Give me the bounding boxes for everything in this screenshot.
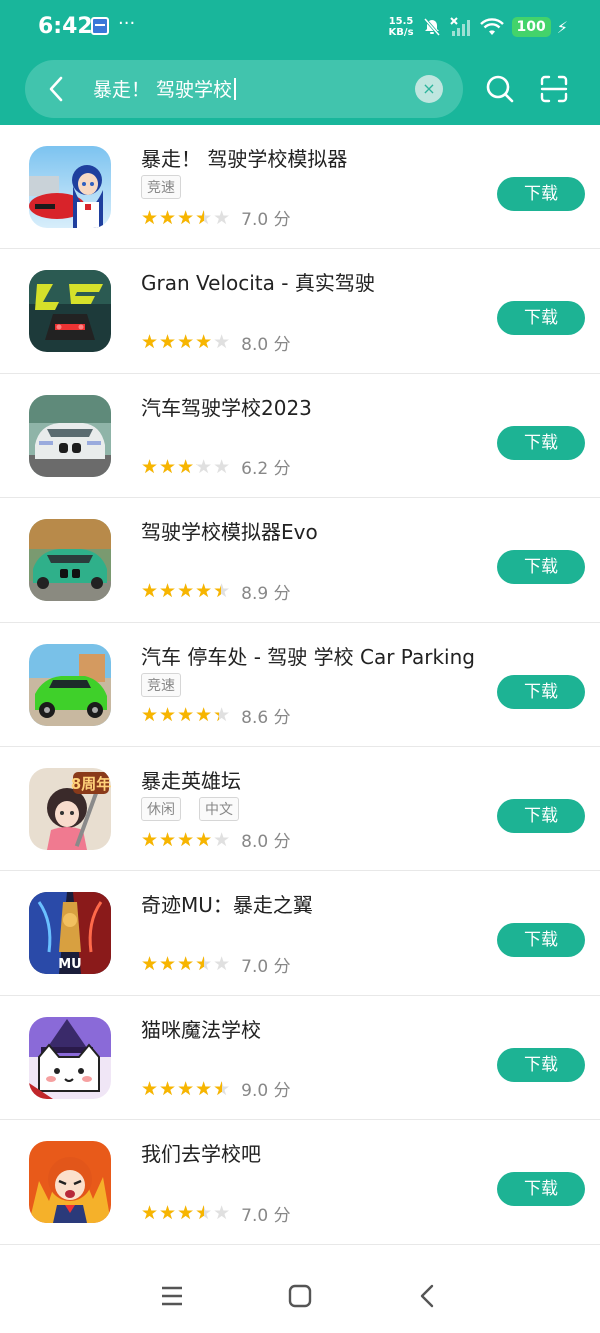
gran-velocita-logo-icon[interactable] bbox=[29, 270, 111, 353]
app-title[interactable]: 汽车 停车处 - 驾驶 学校 Car Parking bbox=[141, 641, 475, 670]
charging-icon: ⚡ bbox=[556, 17, 568, 37]
rating-score: 7.0 分 bbox=[241, 1205, 291, 1226]
rating-score: 8.6 分 bbox=[241, 707, 291, 728]
status-bar: 6:42 ··· 15.5 KB/s 100 ⚡ bbox=[0, 0, 600, 56]
notification-app-icon bbox=[91, 17, 109, 35]
star-rating-icon: ★★★★★★★★★★ bbox=[141, 206, 232, 229]
download-button[interactable]: 下载 bbox=[497, 674, 585, 709]
app-rating: ★★★★★★★★★★ 7.0 分 bbox=[141, 205, 291, 231]
star-rating-icon: ★★★★★★★★★★ bbox=[141, 953, 232, 976]
app-title[interactable]: 我们去学校吧 bbox=[141, 1138, 261, 1167]
star-rating-icon: ★★★★★★★★★★ bbox=[141, 580, 232, 603]
app-result-row[interactable]: 驾驶学校模拟器Evo ★★★★★★★★★★ 8.9 分 下载 bbox=[0, 498, 600, 623]
scan-icon[interactable] bbox=[539, 74, 569, 104]
rating-score: 8.0 分 bbox=[241, 832, 291, 853]
white-sports-car-icon[interactable] bbox=[29, 394, 111, 477]
app-tag: 中文 bbox=[199, 796, 239, 821]
star-rating-icon: ★★★★★★★★★★ bbox=[141, 828, 232, 851]
rating-score: 8.9 分 bbox=[241, 583, 291, 604]
search-results-list: 暴走！ 驾驶学校模拟器竞速★★★★★★★★★★7.0 分下载Gran Veloc… bbox=[0, 125, 600, 1245]
search-icon[interactable] bbox=[485, 74, 515, 104]
app-title[interactable]: 暴走英雄坛 bbox=[141, 765, 241, 794]
app-title[interactable]: 暴走！ 驾驶学校模拟器 bbox=[141, 143, 347, 172]
app-tags: 休闲 中文 bbox=[141, 796, 257, 821]
angry-anime-schoolgirl-icon[interactable] bbox=[29, 1141, 111, 1224]
download-button[interactable]: 下载 bbox=[497, 425, 585, 460]
anime-girl-red-car-icon[interactable] bbox=[29, 146, 111, 228]
rating-score: 9.0 分 bbox=[241, 1081, 291, 1102]
star-rating-icon: ★★★★★★★★★★ bbox=[141, 1202, 232, 1225]
app-rating: ★★★★★★★★★★ 9.0 分 bbox=[141, 1076, 291, 1102]
app-rating: ★★★★★★★★★★ 8.9 分 bbox=[141, 579, 291, 604]
more-notifications-icon: ··· bbox=[118, 13, 136, 34]
app-result-row[interactable]: 猫咪魔法学校 ★★★★★★★★★★ 9.0 分 下载 bbox=[0, 996, 600, 1121]
rating-score: 6.2 分 bbox=[241, 459, 291, 480]
download-button[interactable]: 下载 bbox=[497, 550, 585, 585]
app-result-row[interactable]: 汽车 停车处 - 驾驶 学校 Car Parking竞速 ★★★★★★★★★★ 8.… bbox=[0, 623, 600, 747]
mu-winged-warrior-icon[interactable]: MU bbox=[29, 892, 111, 975]
download-button[interactable]: 下载 bbox=[497, 1172, 585, 1207]
app-tag: 竞速 bbox=[141, 672, 181, 697]
wuxia-girl-8th-anniversary-icon[interactable]: 8周年 bbox=[29, 767, 111, 850]
status-icons: 15.5 KB/s 100 ⚡ bbox=[389, 12, 568, 42]
search-query: 暴走！ 驾驶学校 bbox=[93, 79, 233, 101]
app-result-row[interactable]: 暴走！ 驾驶学校模拟器竞速 ★★★★★★★★★★ 7.0 分 下载 bbox=[0, 125, 600, 250]
star-rating-icon: ★★★★★★★★★★ bbox=[141, 455, 232, 478]
download-button[interactable]: 下载 bbox=[497, 923, 585, 958]
home-icon[interactable] bbox=[286, 1282, 314, 1310]
app-tag: 竞速 bbox=[141, 175, 181, 199]
menu-icon[interactable] bbox=[158, 1282, 186, 1310]
download-button[interactable]: 下载 bbox=[497, 301, 585, 336]
app-tags: 竞速 bbox=[141, 672, 199, 697]
battery-indicator: 100 bbox=[511, 17, 551, 37]
signal-no-service-icon bbox=[449, 17, 470, 36]
wifi-icon bbox=[479, 18, 504, 35]
app-title[interactable]: 奇迹MU：暴走之翼 bbox=[141, 889, 313, 918]
rating-score: 7.0 分 bbox=[241, 956, 291, 977]
rating-score: 8.0 分 bbox=[241, 334, 291, 355]
app-title[interactable]: 驾驶学校模拟器Evo bbox=[141, 516, 318, 545]
wizard-cat-icon[interactable] bbox=[29, 1016, 111, 1099]
download-button[interactable]: 下载 bbox=[497, 177, 585, 211]
app-result-row[interactable]: 8周年 暴走英雄坛休闲中文 ★★★★★★★★★★ 8.0 分 下载 bbox=[0, 747, 600, 872]
search-input[interactable]: 暴走！ 驾驶学校 bbox=[93, 75, 237, 102]
app-title[interactable]: Gran Velocita - 真实驾驶 bbox=[141, 267, 375, 296]
rating-score: 7.0 分 bbox=[241, 210, 291, 231]
anniversary-badge-text: 8周年 bbox=[71, 775, 111, 793]
star-rating-icon: ★★★★★★★★★★ bbox=[141, 331, 232, 354]
header: 6:42 ··· 15.5 KB/s 100 ⚡ 暴走！ 驾驶学校 × bbox=[0, 0, 600, 125]
mu-logo-text: MU bbox=[58, 957, 82, 972]
app-result-row[interactable]: Gran Velocita - 真实驾驶 ★★★★★★★★★★ 8.0 分 下载 bbox=[0, 249, 600, 374]
app-result-row[interactable]: 我们去学校吧 ★★★★★★★★★★ 7.0 分 下载 bbox=[0, 1120, 600, 1245]
search-box[interactable]: 暴走！ 驾驶学校 × bbox=[25, 60, 463, 118]
download-button[interactable]: 下载 bbox=[497, 1047, 585, 1082]
app-rating: ★★★★★★★★★★ 6.2 分 bbox=[141, 454, 291, 480]
green-sports-car-icon[interactable] bbox=[29, 519, 111, 602]
app-title[interactable]: 汽车驾驶学校2023 bbox=[141, 392, 312, 421]
app-rating: ★★★★★★★★★★ 7.0 分 bbox=[141, 1201, 291, 1226]
star-rating-icon: ★★★★★★★★★★ bbox=[141, 704, 232, 727]
app-rating: ★★★★★★★★★★ 7.0 分 bbox=[141, 952, 291, 977]
app-rating: ★★★★★★★★★★ 8.6 分 bbox=[141, 703, 291, 728]
app-title[interactable]: 猫咪魔法学校 bbox=[141, 1014, 261, 1043]
app-tag: 休闲 bbox=[141, 796, 181, 821]
lime-green-car-icon[interactable] bbox=[29, 643, 111, 726]
app-tags: 竞速 bbox=[141, 175, 199, 199]
bell-muted-icon bbox=[423, 18, 440, 36]
app-rating: ★★★★★★★★★★ 8.0 分 bbox=[141, 330, 291, 355]
back-icon[interactable] bbox=[414, 1282, 442, 1310]
app-result-row[interactable]: 汽车驾驶学校2023 ★★★★★★★★★★ 6.2 分 下载 bbox=[0, 374, 600, 499]
back-arrow-icon[interactable] bbox=[45, 76, 69, 102]
text-caret bbox=[234, 78, 237, 100]
download-button[interactable]: 下载 bbox=[497, 798, 585, 833]
status-time: 6:42 bbox=[38, 14, 93, 39]
network-speed: 15.5 KB/s bbox=[388, 16, 414, 38]
star-rating-icon: ★★★★★★★★★★ bbox=[141, 1077, 232, 1100]
app-result-row[interactable]: MU 奇迹MU：暴走之翼 ★★★★★★★★★★ 7.0 分 下载 bbox=[0, 871, 600, 996]
app-rating: ★★★★★★★★★★ 8.0 分 bbox=[141, 827, 291, 853]
clear-search-button[interactable]: × bbox=[415, 75, 443, 103]
system-navigation-bar bbox=[0, 1260, 600, 1333]
